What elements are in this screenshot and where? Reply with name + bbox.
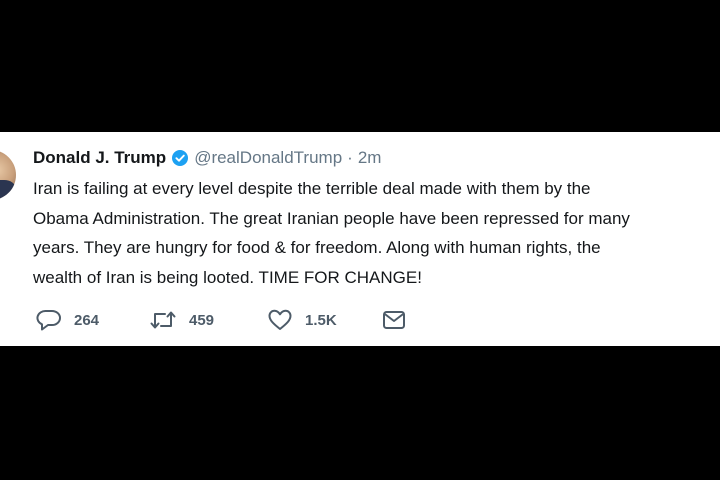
retweet-count: 459 [189,311,215,329]
retweet-icon [149,308,177,332]
tweet-text-line: Obama Administration. The great Iranian … [33,208,630,228]
tweet-header: Donald J. Trump @realDonaldTrump · 2m [33,146,381,170]
avatar[interactable] [0,150,16,200]
tweet-actions: 264 459 1.5K [36,307,412,333]
author-display-name[interactable]: Donald J. Trump [33,148,166,168]
author-handle[interactable]: @realDonaldTrump [194,148,342,168]
tweet-text-line: Iran is failing at every level despite t… [33,179,591,198]
screenshot-frame: Donald J. Trump @realDonaldTrump · 2m Ir… [0,0,720,480]
reply-icon [36,308,62,332]
envelope-icon [382,309,406,331]
header-separator: · [347,148,353,167]
tweet-card[interactable]: Donald J. Trump @realDonaldTrump · 2m Ir… [0,132,720,346]
verified-badge-icon [172,150,189,166]
like-count: 1.5K [305,311,337,329]
like-button[interactable]: 1.5K [267,308,382,332]
direct-message-button[interactable] [382,309,412,331]
reply-button[interactable]: 264 [36,308,149,332]
tweet-text: Iran is failing at every level despite t… [33,174,720,292]
tweet-timestamp[interactable]: 2m [358,148,382,168]
retweet-button[interactable]: 459 [149,308,267,332]
reply-count: 264 [74,311,100,329]
tweet-text-line: wealth of Iran is being looted. TIME FOR… [33,267,422,287]
heart-icon [267,308,293,332]
tweet-text-line: years. They are hungry for food & for fr… [33,238,601,257]
